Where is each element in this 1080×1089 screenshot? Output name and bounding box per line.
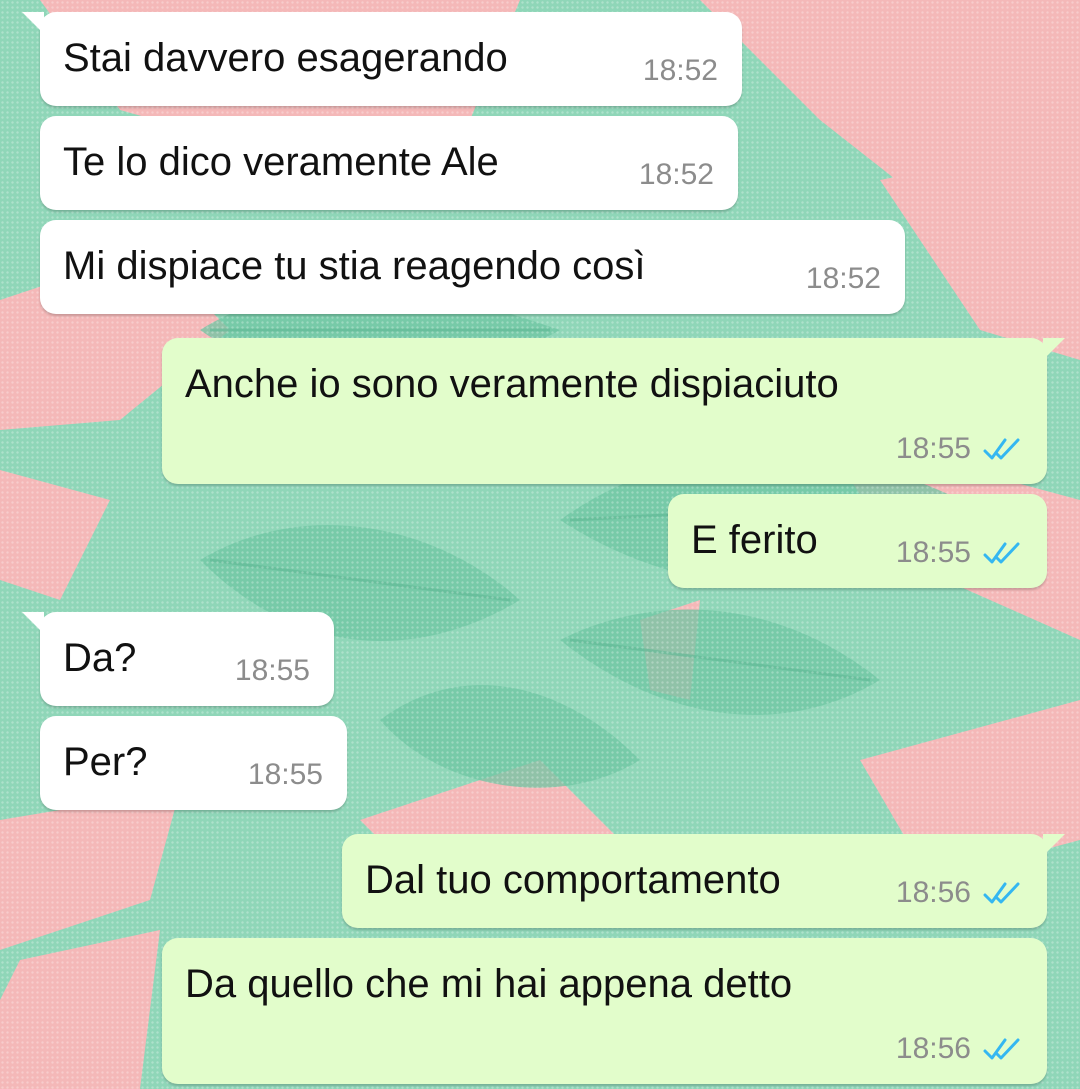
double-check-read-icon bbox=[983, 882, 1020, 904]
bubble-tail bbox=[22, 12, 44, 34]
message-text: Da quello che mi hai appena detto bbox=[185, 962, 793, 1006]
message-text: Da? bbox=[63, 636, 137, 680]
message-text: Stai davvero esagerando bbox=[63, 36, 508, 80]
message-list[interactable]: Stai davvero esagerando 18:52 Te lo dico… bbox=[0, 0, 1080, 1089]
incoming-message[interactable]: Mi dispiace tu stia reagendo così 18:52 bbox=[40, 220, 905, 314]
message-meta: 18:55 bbox=[235, 654, 310, 688]
message-time: 18:55 bbox=[895, 432, 971, 465]
message-time: 18:55 bbox=[234, 654, 310, 687]
message-text: Dal tuo comportamento bbox=[365, 858, 781, 902]
incoming-message[interactable]: Stai davvero esagerando 18:52 bbox=[22, 12, 742, 106]
incoming-message[interactable]: Te lo dico veramente Ale 18:52 bbox=[40, 116, 738, 210]
double-check-read-icon bbox=[983, 1038, 1020, 1060]
message-text: E ferito bbox=[691, 518, 818, 562]
message-time: 18:55 bbox=[895, 536, 971, 569]
message-time: 18:56 bbox=[895, 876, 971, 909]
message-time: 18:52 bbox=[642, 54, 718, 87]
message-time: 18:55 bbox=[247, 758, 323, 791]
bubble-tail bbox=[22, 612, 44, 634]
message-time: 18:52 bbox=[638, 158, 714, 191]
bubble-tail bbox=[1043, 834, 1065, 856]
incoming-message[interactable]: Per? 18:55 bbox=[40, 716, 347, 810]
message-text: Te lo dico veramente Ale bbox=[63, 140, 499, 184]
outgoing-message[interactable]: Da quello che mi hai appena detto 18:56 bbox=[162, 938, 1047, 1084]
message-time: 18:52 bbox=[805, 262, 881, 295]
message-text: Anche io sono veramente dispiaciuto bbox=[185, 362, 839, 406]
message-meta: 18:56 bbox=[896, 1032, 1023, 1066]
message-meta: 18:52 bbox=[643, 54, 718, 88]
message-meta: 18:55 bbox=[896, 536, 1023, 570]
message-text: Per? bbox=[63, 740, 148, 784]
outgoing-message[interactable]: Anche io sono veramente dispiaciuto 18:5… bbox=[162, 338, 1065, 484]
message-meta: 18:52 bbox=[806, 262, 881, 296]
message-time: 18:56 bbox=[895, 1032, 971, 1065]
double-check-read-icon bbox=[983, 542, 1020, 564]
message-meta: 18:55 bbox=[896, 432, 1023, 466]
outgoing-message[interactable]: Dal tuo comportamento 18:56 bbox=[342, 834, 1065, 928]
outgoing-message[interactable]: E ferito 18:55 bbox=[668, 494, 1047, 588]
double-check-read-icon bbox=[983, 438, 1020, 460]
bubble-tail bbox=[1043, 338, 1065, 360]
message-meta: 18:52 bbox=[639, 158, 714, 192]
message-meta: 18:55 bbox=[248, 758, 323, 792]
incoming-message[interactable]: Da? 18:55 bbox=[22, 612, 334, 706]
message-text: Mi dispiace tu stia reagendo così bbox=[63, 244, 646, 288]
message-meta: 18:56 bbox=[896, 876, 1023, 910]
